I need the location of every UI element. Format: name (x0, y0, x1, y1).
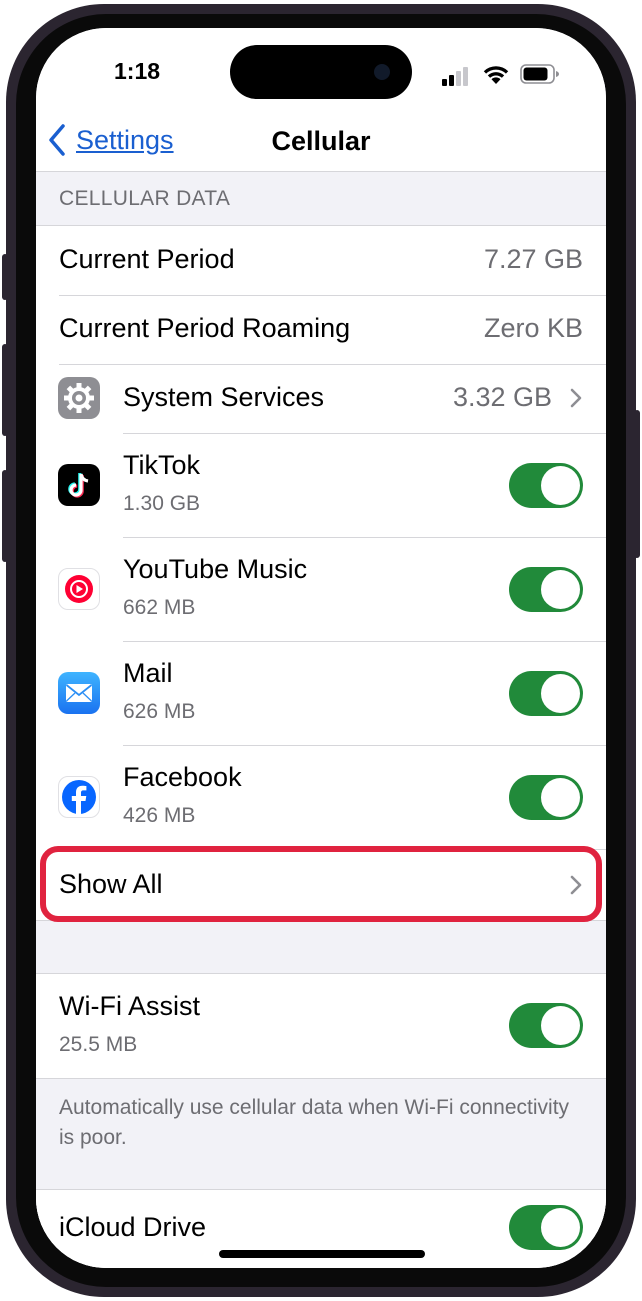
current-period-roaming-row: Current Period Roaming Zero KB (36, 295, 606, 364)
app-usage: 1.30 GB (123, 492, 201, 515)
tiktok-icon (58, 464, 100, 506)
toggle-knob (541, 466, 580, 505)
settings-list[interactable]: CELLULAR DATA Current Period 7.27 GB Cur… (36, 173, 606, 1268)
current-period-row: Current Period 7.27 GB (36, 226, 606, 295)
cellular-signal-icon (442, 67, 468, 86)
volume-down-button (2, 470, 8, 562)
system-services-value: 3.32 GB (452, 382, 552, 412)
current-period-label: Current Period (59, 244, 235, 274)
app-row-mail: Mail 626 MB (36, 641, 606, 745)
system-services-label: System Services (123, 382, 325, 412)
app-name: Mail (123, 658, 173, 688)
toggle-youtube-music[interactable] (509, 567, 583, 612)
cellular-data-group: Current Period 7.27 GB Current Period Ro… (36, 225, 606, 922)
app-row-facebook: Facebook 426 MB (36, 745, 606, 849)
toggle-knob (541, 674, 580, 713)
section-header-cellular-data: CELLULAR DATA (59, 187, 231, 210)
current-period-roaming-value: Zero KB (483, 313, 583, 343)
app-name: YouTube Music (123, 554, 308, 584)
show-all-row[interactable]: Show All (36, 846, 606, 922)
system-services-row[interactable]: System Services 3.32 GB (36, 364, 606, 433)
mail-icon (58, 672, 100, 714)
app-usage: 662 MB (123, 596, 196, 619)
current-period-value: 7.27 GB (483, 244, 583, 274)
side-button (634, 410, 640, 558)
current-period-roaming-label: Current Period Roaming (59, 313, 351, 343)
app-usage: 426 MB (123, 804, 196, 827)
app-name: Facebook (123, 762, 242, 792)
toggle-knob (541, 1208, 580, 1247)
battery-icon (520, 64, 559, 84)
toggle-knob (541, 570, 580, 609)
page-title: Cellular (271, 126, 371, 156)
app-name: TikTok (123, 450, 201, 480)
dynamic-island (230, 45, 412, 99)
wifi-icon (483, 66, 509, 84)
volume-up-button (2, 344, 8, 436)
toggle-mail[interactable] (509, 671, 583, 716)
navigation-bar: Settings Cellular (36, 108, 606, 172)
action-button (2, 254, 8, 300)
facebook-icon (58, 776, 100, 818)
toggle-knob (541, 1006, 580, 1045)
wifi-assist-usage: 25.5 MB (59, 1033, 138, 1056)
app-row-tiktok: TikTok 1.30 GB (36, 433, 606, 537)
toggle-tiktok[interactable] (509, 463, 583, 508)
gear-icon (58, 377, 100, 419)
youtube-music-icon (58, 568, 100, 610)
wifi-assist-group: Wi-Fi Assist 25.5 MB (36, 973, 606, 1079)
show-all-highlight (40, 846, 602, 922)
toggle-knob (541, 778, 580, 817)
chevron-right-icon (570, 388, 582, 408)
status-time: 1:18 (114, 58, 161, 84)
app-usage: 626 MB (123, 700, 196, 723)
wifi-assist-label: Wi-Fi Assist (59, 991, 200, 1021)
wifi-assist-row: Wi-Fi Assist 25.5 MB (36, 974, 606, 1078)
app-row-youtube-music: YouTube Music 662 MB (36, 537, 606, 641)
wifi-assist-description: Automatically use cellular data when Wi-… (59, 1096, 570, 1149)
toggle-icloud-drive[interactable] (509, 1205, 583, 1250)
screen: 1:18 Settings Cellular CELLULAR DATA Cur… (36, 28, 606, 1268)
home-indicator[interactable] (219, 1250, 425, 1258)
icloud-drive-label: iCloud Drive (59, 1212, 207, 1242)
status-bar: 1:18 (36, 28, 606, 108)
toggle-wifi-assist[interactable] (509, 1003, 583, 1048)
front-camera (374, 64, 390, 80)
toggle-facebook[interactable] (509, 775, 583, 820)
